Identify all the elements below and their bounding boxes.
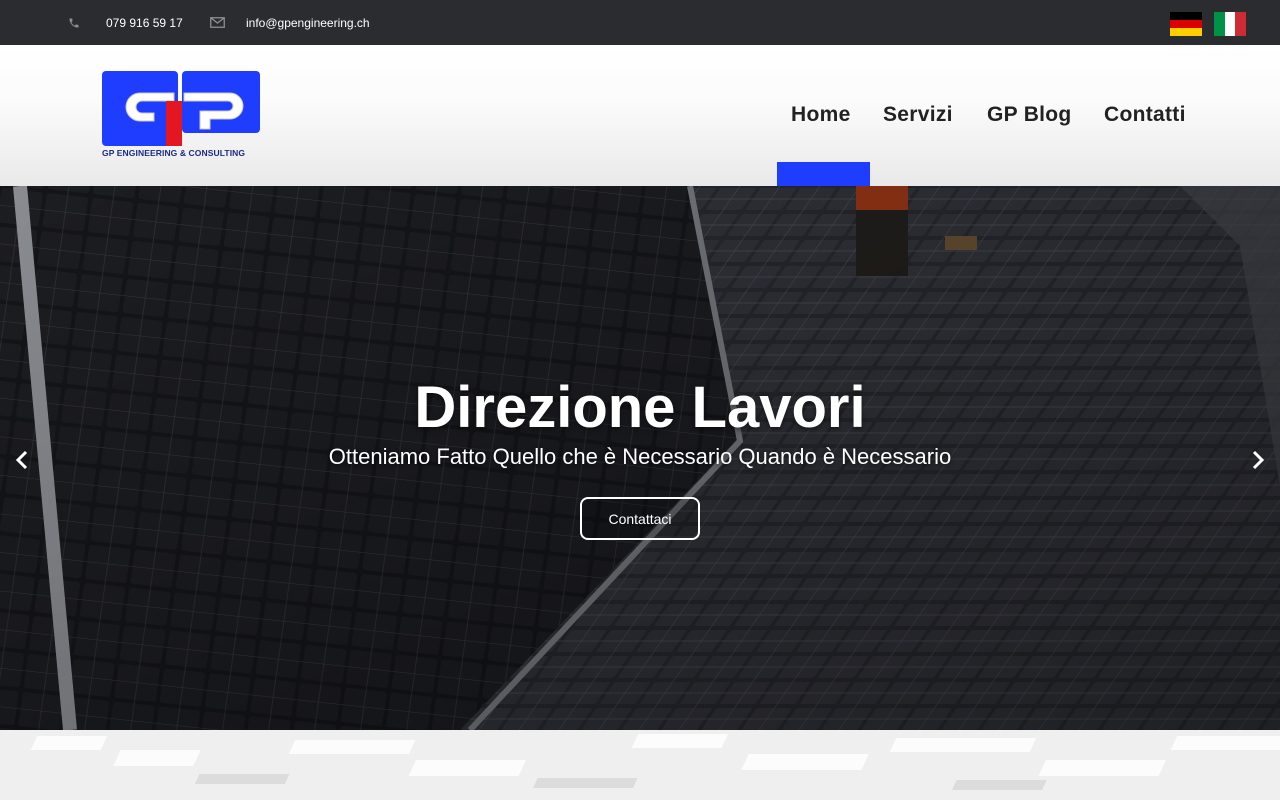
- phone-icon: [68, 0, 82, 45]
- site-header: GP ENGINEERING & CONSULTING Home Servizi…: [0, 45, 1280, 186]
- faded-background-section: [0, 730, 1280, 800]
- nav-item-gp-blog[interactable]: GP Blog: [987, 103, 1072, 127]
- nav-item-contatti[interactable]: Contatti: [1104, 103, 1186, 127]
- logo-caption: GP ENGINEERING & CONSULTING: [102, 148, 246, 158]
- german-flag-icon[interactable]: [1170, 12, 1202, 36]
- nav-item-servizi[interactable]: Servizi: [883, 103, 953, 127]
- phone-number[interactable]: 079 916 59 17: [106, 0, 183, 45]
- hero-title: Direzione Lavori: [414, 375, 866, 440]
- top-bar: 079 916 59 17 info@gpengineering.ch: [0, 0, 1280, 45]
- email-link[interactable]: info@gpengineering.ch: [246, 0, 370, 45]
- italian-flag-icon[interactable]: [1214, 12, 1247, 36]
- company-logo[interactable]: GP ENGINEERING & CONSULTING: [102, 71, 262, 161]
- envelope-icon: [210, 0, 226, 45]
- hero-subtitle: Otteniamo Fatto Quello che è Necessario …: [328, 444, 952, 469]
- hero-slider: Direzione Lavori Otteniamo Fatto Quello …: [0, 186, 1280, 730]
- nav-item-home[interactable]: Home: [791, 103, 851, 127]
- contact-button[interactable]: Contattaci: [580, 497, 700, 540]
- active-nav-indicator: [777, 162, 870, 186]
